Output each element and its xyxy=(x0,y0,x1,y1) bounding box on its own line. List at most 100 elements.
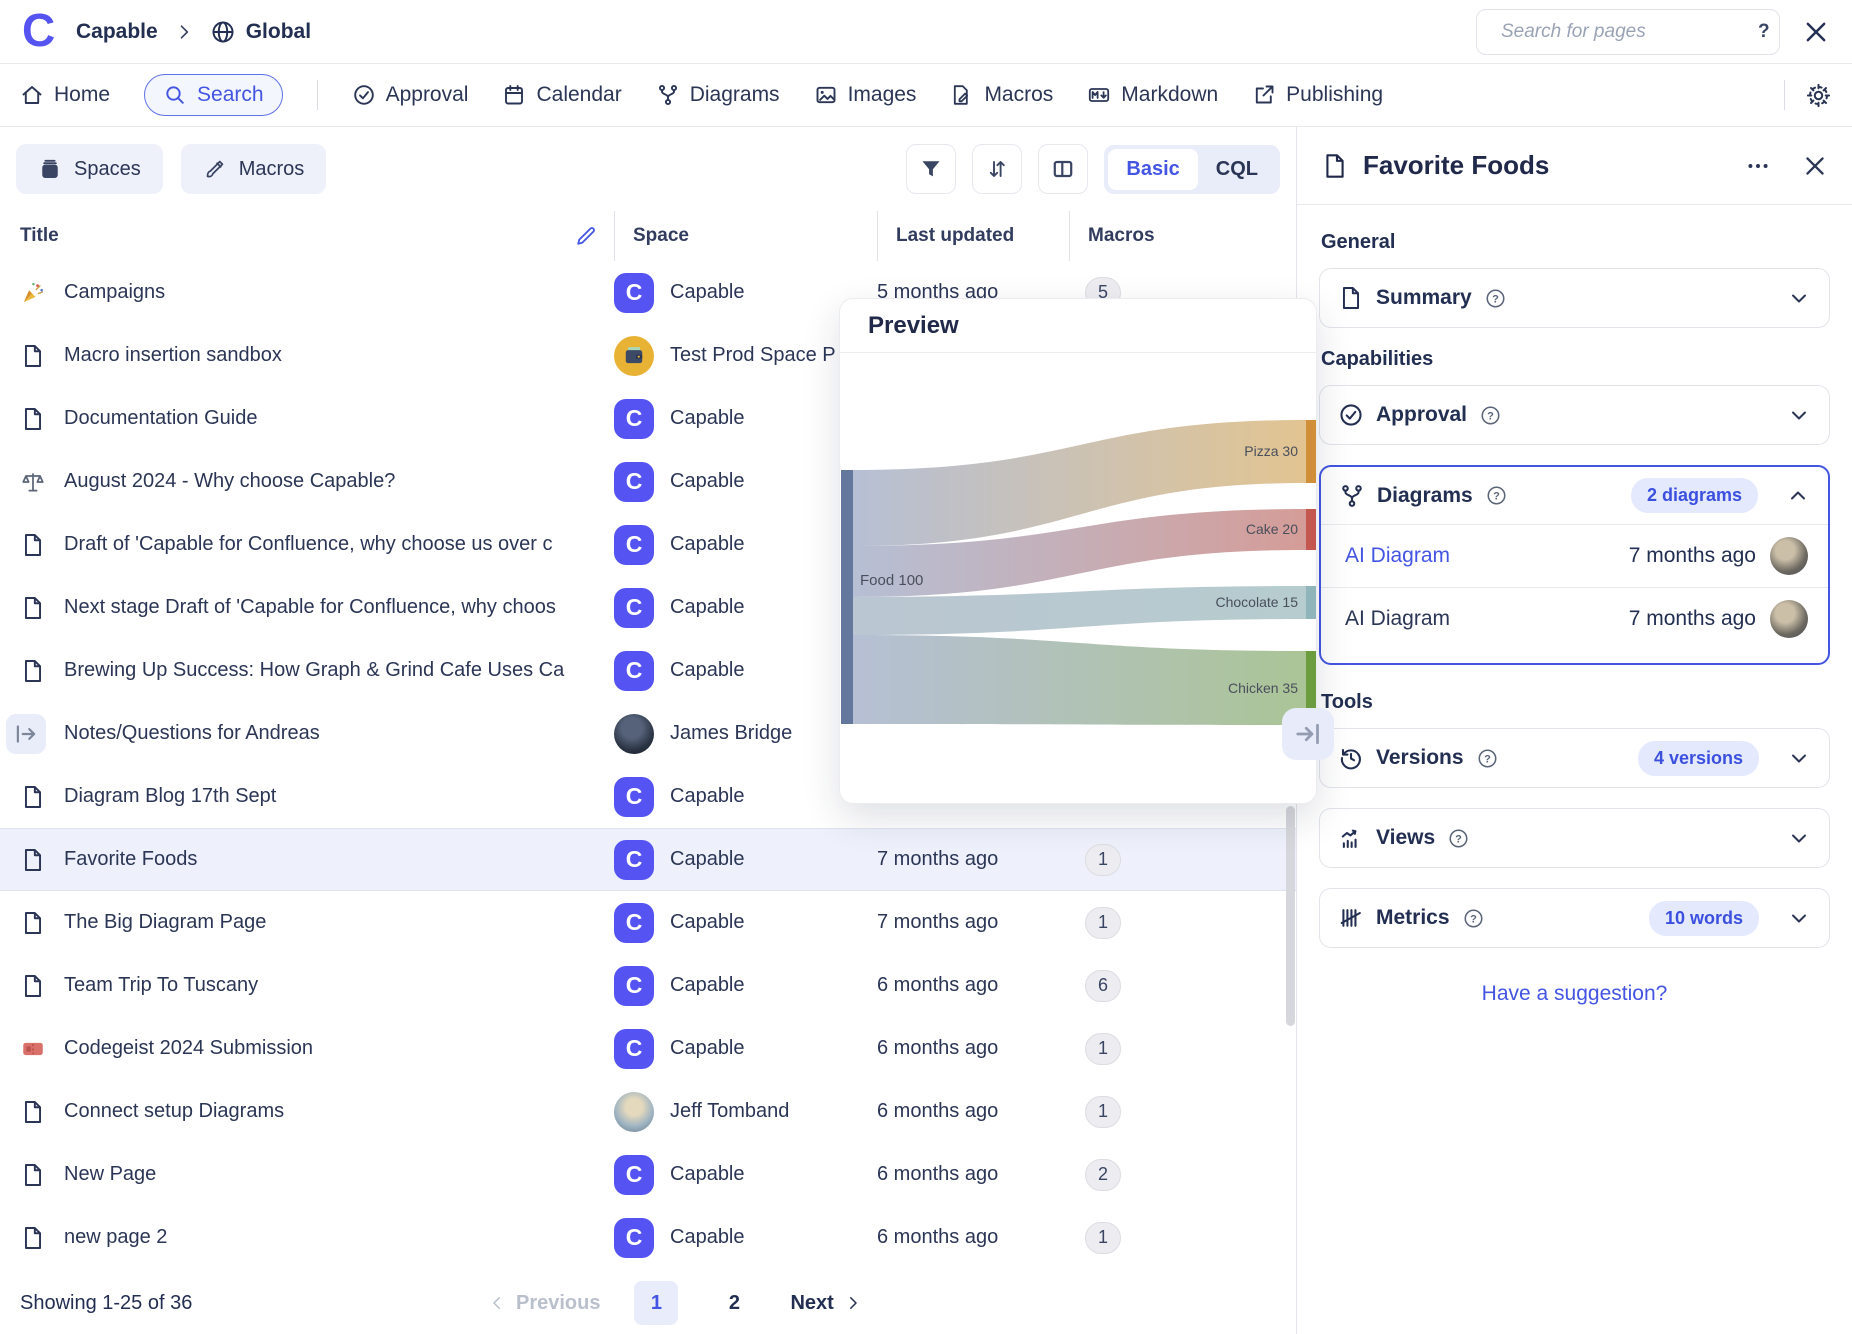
column-space[interactable]: Space xyxy=(633,225,689,247)
breadcrumb-app[interactable]: Capable xyxy=(76,20,158,44)
last-updated: 6 months ago xyxy=(877,1163,1069,1186)
column-macros[interactable]: Macros xyxy=(1088,225,1155,247)
page-title: Next stage Draft of 'Capable for Conflue… xyxy=(64,596,556,619)
macros-filter-button[interactable]: Macros xyxy=(181,144,327,194)
diagram-list-item[interactable]: AI Diagram 7 months ago xyxy=(1321,525,1828,587)
chevron-down-icon[interactable] xyxy=(1787,826,1811,850)
table-row[interactable]: Connect setup Diagrams C Jeff Tomband 6 … xyxy=(0,1080,1296,1143)
page-title-cell: Favorite Foods xyxy=(0,847,614,873)
macros-count-badge: 1 xyxy=(1085,1096,1121,1128)
sankey-label-pizza: Pizza 30 xyxy=(1244,443,1298,459)
mode-cql-button[interactable]: CQL xyxy=(1198,149,1276,190)
page-type-icon xyxy=(20,280,46,306)
diagrams-card-header[interactable]: Diagrams 2 diagrams xyxy=(1321,467,1828,525)
help-icon[interactable] xyxy=(1479,404,1502,427)
macros-count-badge: 1 xyxy=(1085,844,1121,876)
metrics-count-badge: 10 words xyxy=(1649,901,1759,936)
help-icon[interactable] xyxy=(1476,747,1499,770)
nav-item-publishing[interactable]: Publishing xyxy=(1252,83,1383,107)
approval-card-header[interactable]: Approval xyxy=(1320,386,1829,444)
chevron-down-icon[interactable] xyxy=(1787,403,1811,427)
close-window-button[interactable] xyxy=(1802,18,1830,46)
page-type-icon xyxy=(20,973,46,999)
views-card-header[interactable]: Views xyxy=(1320,809,1829,867)
table-row[interactable]: New Page C Capable 6 months ago 2 xyxy=(0,1143,1296,1206)
space-cell: C Capable xyxy=(614,903,877,943)
table-row[interactable]: new page 2 C Capable 6 months ago 1 xyxy=(0,1206,1296,1269)
edit-columns-button[interactable] xyxy=(574,224,598,248)
page-title-cell: August 2024 - Why choose Capable? xyxy=(0,469,614,495)
diagram-link[interactable]: AI Diagram xyxy=(1345,544,1450,568)
help-icon[interactable] xyxy=(1485,484,1508,507)
table-row[interactable]: The Big Diagram Page C Capable 7 months … xyxy=(0,891,1296,954)
nav-item-diagrams[interactable]: Diagrams xyxy=(656,83,780,107)
settings-button[interactable] xyxy=(1805,82,1832,109)
nav-item-images[interactable]: Images xyxy=(814,83,917,107)
nav-item-calendar[interactable]: Calendar xyxy=(502,83,621,107)
page-1-button[interactable]: 1 xyxy=(634,1281,678,1325)
vertical-scrollbar[interactable] xyxy=(1286,806,1295,1026)
last-updated: 6 months ago xyxy=(877,1226,1069,1249)
capable-space-icon: C xyxy=(614,273,654,313)
next-page-button[interactable]: Next xyxy=(790,1292,861,1315)
page-title: New Page xyxy=(64,1163,156,1186)
summary-card-header[interactable]: Summary xyxy=(1320,269,1829,327)
columns-button[interactable] xyxy=(1038,144,1088,194)
space-name: Capable xyxy=(670,1037,745,1060)
chevron-down-icon[interactable] xyxy=(1787,746,1811,770)
column-title[interactable]: Title xyxy=(20,225,59,247)
mode-basic-button[interactable]: Basic xyxy=(1108,149,1197,190)
chevron-up-icon[interactable] xyxy=(1786,484,1810,508)
suggestion-link[interactable]: Have a suggestion? xyxy=(1482,982,1668,1006)
column-last-updated[interactable]: Last updated xyxy=(896,225,1014,247)
page-type-icon xyxy=(20,847,46,873)
chevron-down-icon[interactable] xyxy=(1787,906,1811,930)
home-icon xyxy=(20,83,44,107)
filter-button[interactable] xyxy=(906,144,956,194)
sankey-label-chocolate: Chocolate 15 xyxy=(1215,594,1298,610)
diagram-link[interactable]: AI Diagram xyxy=(1345,607,1450,631)
capable-space-icon: C xyxy=(614,399,654,439)
space-name: Capable xyxy=(670,659,745,682)
table-row[interactable]: Team Trip To Tuscany C Capable 6 months … xyxy=(0,954,1296,1017)
nav-item-macros[interactable]: Macros xyxy=(950,83,1053,107)
spaces-filter-button[interactable]: Spaces xyxy=(16,144,163,194)
expand-panel-button[interactable] xyxy=(1282,708,1334,760)
table-row[interactable]: Codegeist 2024 Submission C Capable 6 mo… xyxy=(0,1017,1296,1080)
page-2-button[interactable]: 2 xyxy=(712,1281,756,1325)
chevron-right-icon xyxy=(174,22,194,42)
page-title: Team Trip To Tuscany xyxy=(64,974,258,997)
nav-divider xyxy=(1784,80,1785,110)
versions-card-header[interactable]: Versions 4 versions xyxy=(1320,729,1829,787)
history-icon xyxy=(1338,745,1364,771)
capable-space-icon: C xyxy=(614,462,654,502)
chevron-right-icon xyxy=(844,1294,862,1312)
shortcut-hint: ? xyxy=(1758,21,1770,43)
help-icon[interactable] xyxy=(1462,907,1485,930)
nav-item-search[interactable]: Search xyxy=(144,74,283,116)
page-title: Codegeist 2024 Submission xyxy=(64,1037,313,1060)
help-icon[interactable] xyxy=(1484,287,1507,310)
globe-icon xyxy=(210,19,236,45)
help-icon[interactable] xyxy=(1447,827,1470,850)
space-cell: C Capable xyxy=(614,525,877,565)
diagram-list-item[interactable]: AI Diagram 7 months ago xyxy=(1321,587,1828,649)
space-name: Test Prod Space P xyxy=(670,344,836,367)
diagrams-card: Diagrams 2 diagrams AI Diagram 7 months … xyxy=(1319,465,1830,665)
metrics-card-header[interactable]: Metrics 10 words xyxy=(1320,889,1829,947)
previous-page-button[interactable]: Previous xyxy=(488,1292,600,1315)
table-row[interactable]: Favorite Foods C Capable 7 months ago 1 xyxy=(0,828,1296,891)
space-name: Capable xyxy=(670,974,745,997)
breadcrumb-space[interactable]: Global xyxy=(246,20,311,44)
nav-item-markdown[interactable]: Markdown xyxy=(1087,83,1218,107)
last-updated: 7 months ago xyxy=(877,848,1069,871)
sort-button[interactable] xyxy=(972,144,1022,194)
panel-close-button[interactable] xyxy=(1802,153,1828,179)
chevron-down-icon[interactable] xyxy=(1787,286,1811,310)
panel-more-button[interactable] xyxy=(1744,152,1772,180)
panel-page-title: Favorite Foods xyxy=(1363,150,1549,181)
nav-item-home[interactable]: Home xyxy=(20,83,110,107)
nav-item-approval[interactable]: Approval xyxy=(352,83,469,107)
macros-cell: 1 xyxy=(1069,1033,1296,1065)
search-input[interactable] xyxy=(1501,21,1748,43)
